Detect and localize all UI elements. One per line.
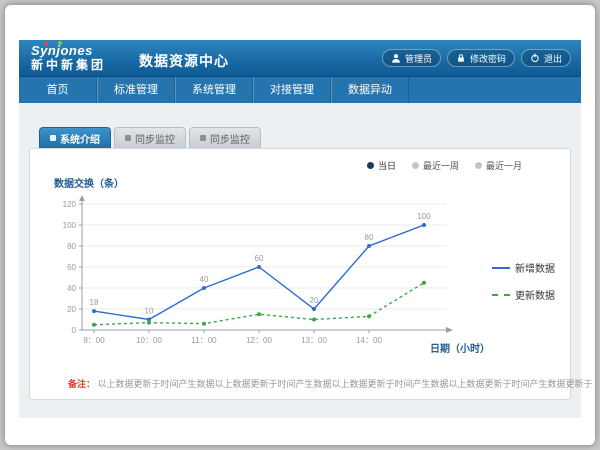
tab-label: 同步监控 <box>135 131 175 146</box>
y-axis-title: 数据交换（条） <box>54 175 558 190</box>
period-label: 当日 <box>378 159 396 172</box>
svg-text:60: 60 <box>255 254 264 263</box>
tab-icon <box>50 135 56 141</box>
tab-bar: 系统介绍 同步监控 同步监控 <box>39 127 571 148</box>
footnote: 备注： 以上数据更新于时间产生数据以上数据更新于时间产生数据以上数据更新于时间产… <box>68 378 558 390</box>
svg-text:日期（小时）: 日期（小时） <box>430 342 490 355</box>
svg-text:80: 80 <box>365 233 374 242</box>
tab-icon <box>200 135 206 141</box>
tab-label: 系统介绍 <box>60 131 100 146</box>
chart-row: 0 20 40 60 80 100 120 9：00 10：00 11：00 12：00 13：00 1… <box>42 192 558 370</box>
svg-text:10: 10 <box>145 307 154 316</box>
svg-text:80: 80 <box>67 242 76 251</box>
legend-item-new-data: 新增数据 <box>492 260 558 275</box>
admin-user-label: 管理员 <box>405 52 432 65</box>
radio-dot-icon <box>475 162 482 169</box>
main-nav: 首页 标准管理 系统管理 对接管理 数据异动 <box>19 77 581 103</box>
svg-text:18: 18 <box>90 298 99 307</box>
nav-item-docking-mgmt[interactable]: 对接管理 <box>253 77 331 103</box>
tab-icon <box>125 135 131 141</box>
footnote-text: 以上数据更新于时间产生数据以上数据更新于时间产生数据以上数据更新于时间产生数据以… <box>98 379 593 389</box>
logout-button[interactable]: 退出 <box>521 49 571 67</box>
nav-item-system-mgmt[interactable]: 系统管理 <box>175 77 253 103</box>
period-option-last-month[interactable]: 最近一月 <box>475 159 522 172</box>
browser-page: Synjones 新中新集团 数据资源中心 <box>5 5 595 445</box>
legend-label: 新增数据 <box>515 260 555 275</box>
nav-item-standard-mgmt[interactable]: 标准管理 <box>97 77 175 103</box>
period-label: 最近一周 <box>423 159 459 172</box>
radio-dot-icon <box>412 162 419 169</box>
power-icon <box>530 53 540 63</box>
lock-icon <box>456 53 466 63</box>
series-legend: 新增数据 更新数据 <box>492 260 558 302</box>
blue-line-icon <box>492 267 510 269</box>
svg-text:14：00: 14：00 <box>356 336 382 345</box>
svg-text:20: 20 <box>310 296 319 305</box>
tab-sync-monitor-2[interactable]: 同步监控 <box>189 127 261 148</box>
svg-text:60: 60 <box>67 263 76 272</box>
svg-text:120: 120 <box>63 200 77 209</box>
page-title: 数据资源中心 <box>139 51 229 76</box>
radio-dot-icon <box>367 162 374 169</box>
chart-panel: 当日 最近一周 最近一月 数据交换（条） 0204060801 <box>29 148 571 400</box>
footnote-label: 备注： <box>68 379 95 389</box>
company-logo: Synjones 新中新集团 <box>19 40 127 76</box>
app-header: Synjones 新中新集团 数据资源中心 <box>19 40 581 77</box>
legend-label: 更新数据 <box>515 287 555 302</box>
tab-label: 同步监控 <box>210 131 250 146</box>
period-label: 最近一月 <box>486 159 522 172</box>
logo-dot-red-icon <box>44 42 48 46</box>
header-user-actions: 管理员 修改密码 <box>382 40 571 76</box>
period-option-last-week[interactable]: 最近一周 <box>412 159 459 172</box>
logout-label: 退出 <box>544 52 562 65</box>
line-chart: 0 20 40 60 80 100 120 9：00 10：00 11：00 12：00 13：00 1… <box>42 192 492 370</box>
nav-item-home[interactable]: 首页 <box>19 77 97 103</box>
svg-text:10：00: 10：00 <box>136 336 162 345</box>
logo-company-name: 新中新集团 <box>31 58 127 73</box>
period-option-today[interactable]: 当日 <box>367 159 396 172</box>
admin-user-button[interactable]: 管理员 <box>382 49 441 67</box>
svg-text:13：00: 13：00 <box>301 336 327 345</box>
svg-text:100: 100 <box>63 221 77 230</box>
period-selector: 当日 最近一周 最近一月 <box>42 157 558 173</box>
change-password-button[interactable]: 修改密码 <box>447 49 515 67</box>
nav-item-data-change[interactable]: 数据异动 <box>331 77 409 103</box>
svg-text:11：00: 11：00 <box>191 336 217 345</box>
app-window: Synjones 新中新集团 数据资源中心 <box>19 40 581 418</box>
green-dashed-line-icon <box>492 294 510 296</box>
svg-text:100: 100 <box>417 212 431 221</box>
desktop-background: Synjones 新中新集团 数据资源中心 <box>0 0 600 450</box>
content-area: 系统介绍 同步监控 同步监控 当日 <box>19 103 581 418</box>
user-icon <box>391 53 401 63</box>
svg-text:12：00: 12：00 <box>246 336 272 345</box>
svg-text:20: 20 <box>67 305 76 314</box>
logo-dot-green-icon <box>58 41 62 45</box>
svg-text:0: 0 <box>72 326 77 335</box>
change-password-label: 修改密码 <box>470 52 506 65</box>
logo-wordmark: Synjones <box>31 44 127 58</box>
svg-text:40: 40 <box>200 275 209 284</box>
svg-text:9：00: 9：00 <box>83 336 105 345</box>
tab-sync-monitor-1[interactable]: 同步监控 <box>114 127 186 148</box>
tab-system-intro[interactable]: 系统介绍 <box>39 127 111 148</box>
logo-text: Synjones <box>31 43 93 58</box>
legend-item-update-data: 更新数据 <box>492 287 558 302</box>
svg-text:40: 40 <box>67 284 76 293</box>
